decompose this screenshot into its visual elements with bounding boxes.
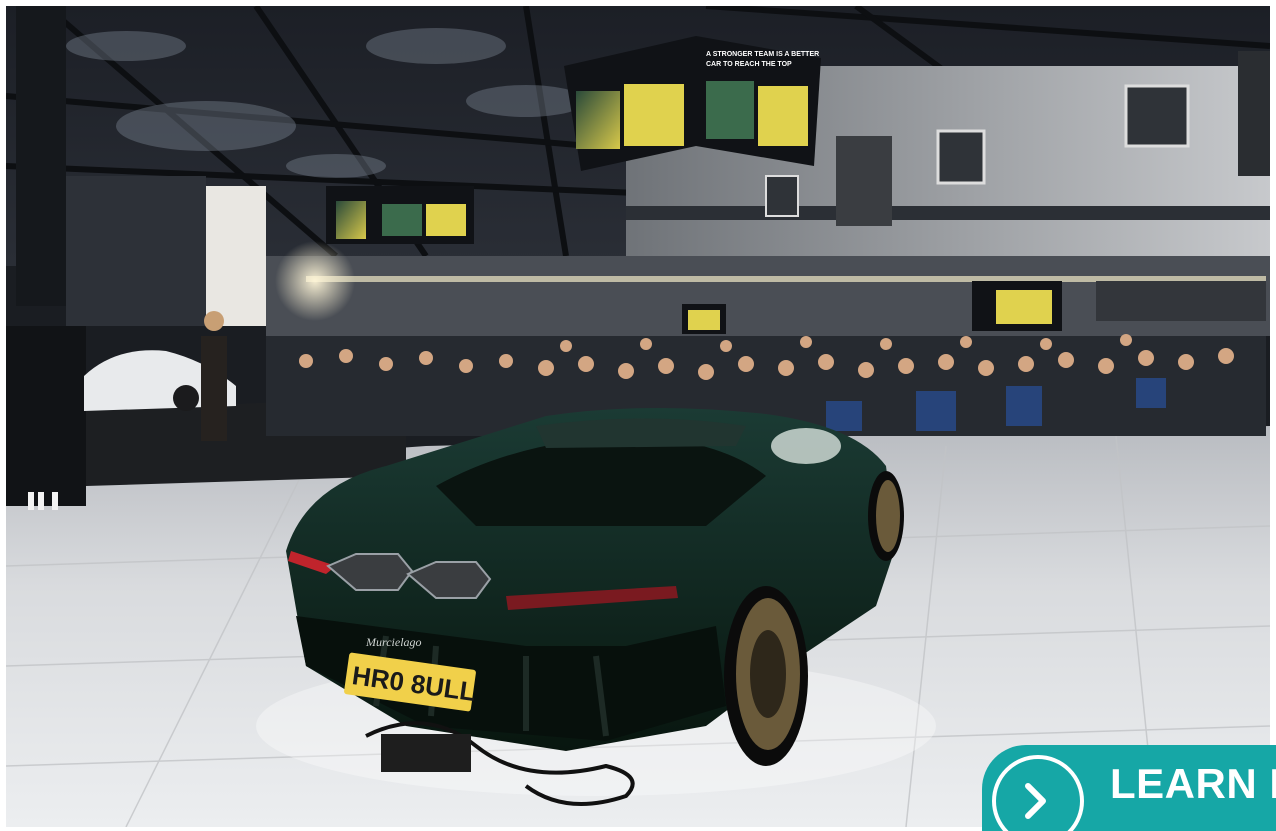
event-photo: A STRONGER TEAM IS A BETTER CAR TO REACH… bbox=[6, 6, 1270, 827]
screen-caption-1: A STRONGER TEAM IS A BETTER bbox=[706, 51, 819, 58]
chevron-right-icon bbox=[1025, 783, 1046, 819]
screen-caption-2: CAR TO REACH THE TOP bbox=[706, 61, 792, 68]
water-bottles bbox=[28, 492, 58, 510]
left-screen-dark bbox=[16, 6, 66, 306]
car-badge: Murcielago bbox=[365, 635, 422, 649]
back-window bbox=[1096, 281, 1266, 321]
hanging-screen-small bbox=[326, 186, 474, 244]
speaker-head bbox=[204, 311, 224, 331]
wall-screen-right bbox=[972, 281, 1062, 331]
glass-structure bbox=[66, 176, 206, 326]
learn-more-button[interactable]: LEARN MO bbox=[982, 745, 1276, 831]
learn-more-label: LEARN MO bbox=[1110, 760, 1276, 807]
speaker-tower bbox=[6, 326, 86, 506]
charger-box bbox=[381, 734, 471, 772]
white-column bbox=[206, 186, 266, 326]
white-car-wheel bbox=[173, 385, 199, 411]
mezzanine-rail bbox=[626, 206, 1270, 220]
page-frame: A STRONGER TEAM IS A BETTER CAR TO REACH… bbox=[0, 0, 1276, 831]
doorway bbox=[836, 136, 892, 226]
wall-frame bbox=[1124, 84, 1190, 148]
wall-screen-center bbox=[682, 304, 726, 334]
speaker-person bbox=[201, 336, 227, 441]
stage-light bbox=[275, 241, 355, 321]
wall-frame bbox=[936, 129, 986, 185]
wall-frame bbox=[765, 175, 799, 217]
wall-panel bbox=[1238, 51, 1270, 176]
